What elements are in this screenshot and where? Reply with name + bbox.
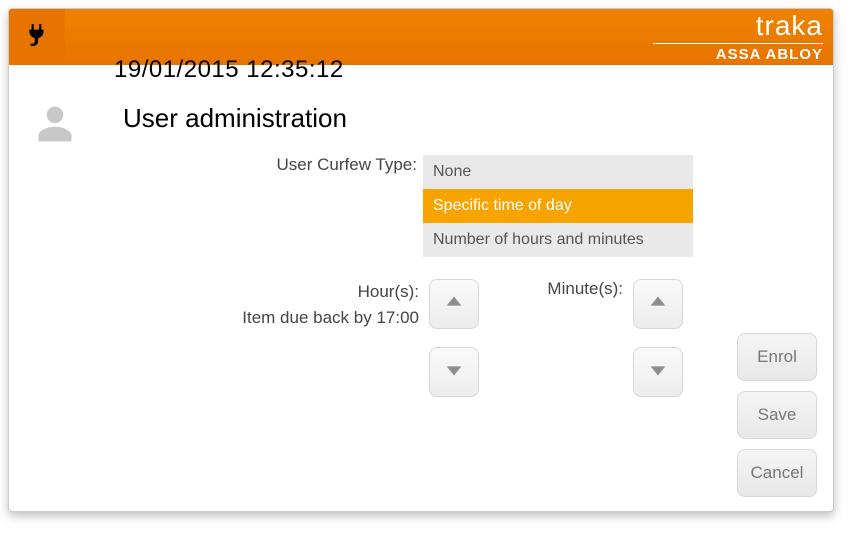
arrow-down-icon: [647, 359, 669, 386]
app-window: traka ASSA ABLOY 19/01/2015 12:35:12 Use…: [8, 8, 834, 512]
arrow-down-icon: [443, 359, 465, 386]
brand-secondary: ASSA ABLOY: [653, 46, 823, 63]
curfew-option-hours-minutes[interactable]: Number of hours and minutes: [423, 223, 693, 257]
content-area: User administration User Curfew Type: No…: [9, 65, 833, 511]
minutes-stepper: [633, 279, 683, 397]
brand-block: traka ASSA ABLOY: [653, 9, 833, 65]
curfew-option-none[interactable]: None: [423, 155, 693, 189]
curfew-form: User Curfew Type: None Specific time of …: [9, 155, 693, 263]
arrow-up-icon: [647, 291, 669, 318]
due-back-text: Item due back by 17:00: [9, 305, 419, 331]
user-icon: [33, 101, 77, 150]
minutes-up-button[interactable]: [633, 279, 683, 329]
action-buttons: Enrol Save Cancel: [737, 333, 817, 497]
hours-stepper: [429, 279, 479, 397]
minutes-label: Minute(s):: [519, 279, 629, 397]
save-button[interactable]: Save: [737, 391, 817, 439]
curfew-option-specific-time[interactable]: Specific time of day: [423, 189, 693, 223]
brand-primary: traka: [653, 13, 823, 40]
time-spinner-area: Hour(s): Item due back by 17:00 Minute(s…: [9, 279, 693, 397]
cancel-button[interactable]: Cancel: [737, 449, 817, 497]
brand-divider: [653, 43, 823, 44]
enrol-button[interactable]: Enrol: [737, 333, 817, 381]
arrow-up-icon: [443, 291, 465, 318]
minutes-down-button[interactable]: [633, 347, 683, 397]
hours-down-button[interactable]: [429, 347, 479, 397]
curfew-type-options: None Specific time of day Number of hour…: [423, 155, 693, 257]
hours-up-button[interactable]: [429, 279, 479, 329]
plug-icon: [24, 22, 50, 53]
curfew-type-label: User Curfew Type:: [9, 155, 423, 175]
hours-label: Hour(s):: [9, 279, 419, 305]
page-title: User administration: [123, 103, 347, 134]
power-status: [9, 9, 65, 65]
